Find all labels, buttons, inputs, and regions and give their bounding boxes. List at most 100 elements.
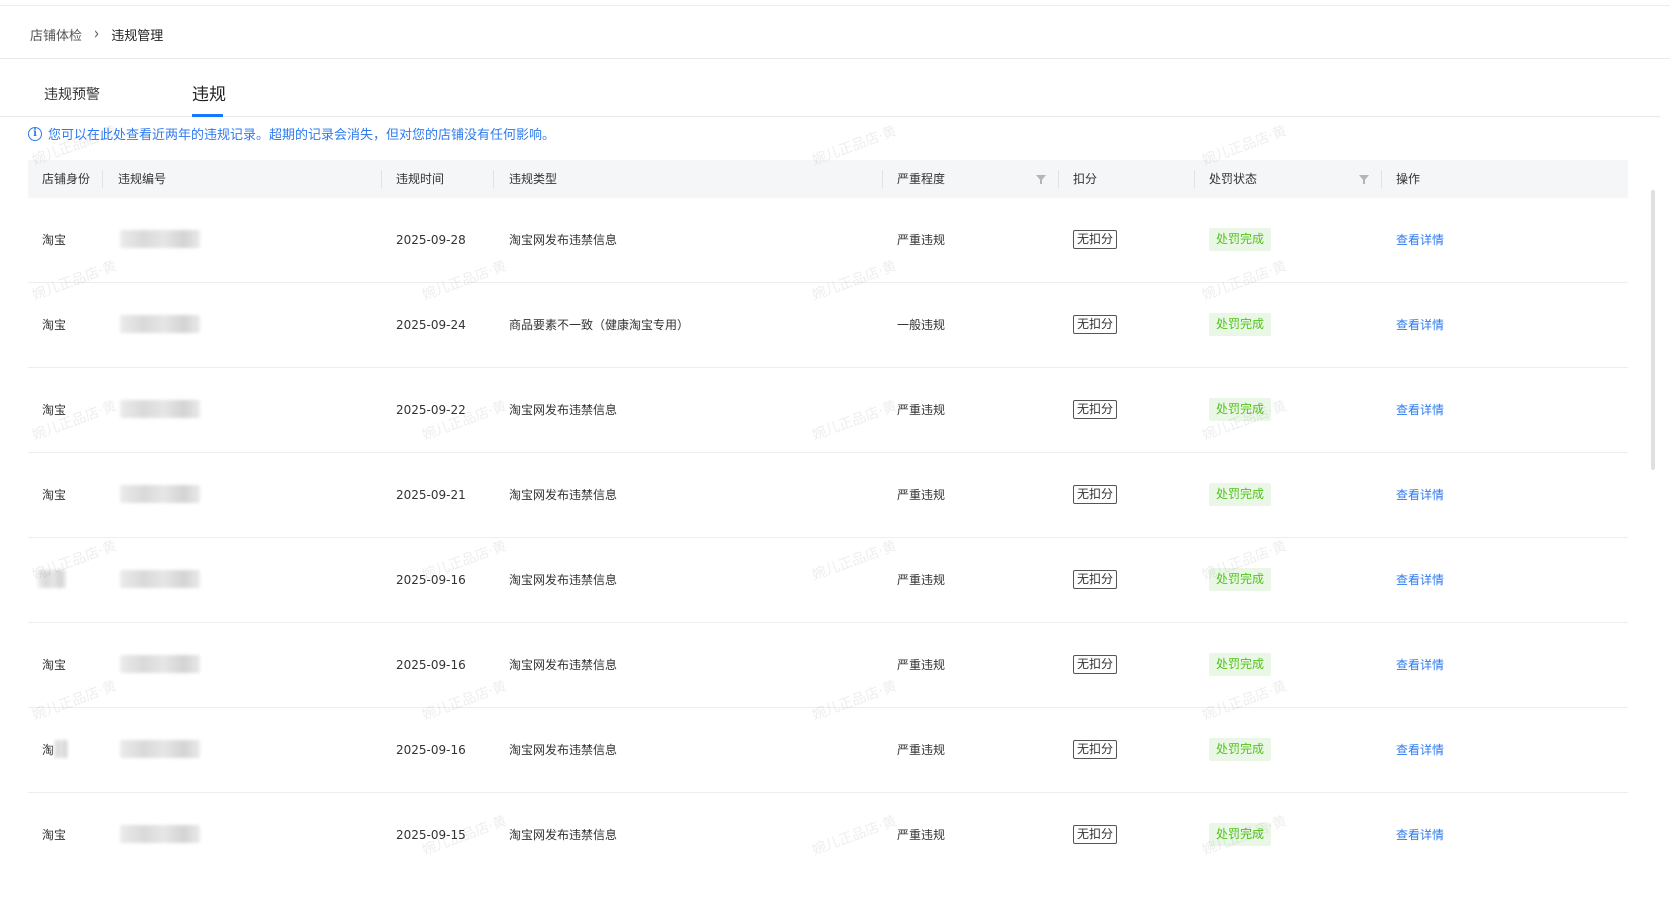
table-row: 淘宝 2025-09-24 商品要素不一致（健康淘宝专用） 一般违规 无扣分 处… xyxy=(28,283,1628,368)
table-row: 淘 2025-09-16 淘宝网发布违禁信息 严重违规 无扣分 处罚完成 查看详… xyxy=(28,708,1628,793)
top-divider xyxy=(0,5,1670,6)
status-badge: 处罚完成 xyxy=(1209,483,1272,506)
status-filter-icon[interactable] xyxy=(1359,175,1369,184)
header-separator xyxy=(381,170,382,188)
violation-code-redacted xyxy=(120,825,200,843)
cell-type: 淘宝网发布违禁信息 xyxy=(509,828,618,842)
cell-severity: 严重违规 xyxy=(897,233,946,247)
cell-time: 2025-09-28 xyxy=(396,233,466,247)
cell-identity: 淘宝 xyxy=(42,318,67,332)
cell-identity: 淘宝 xyxy=(42,828,67,842)
cell-identity: 淘宝 xyxy=(42,403,67,417)
header-identity: 店铺身份 xyxy=(42,172,91,186)
breadcrumb: 店铺体检 › 违规管理 xyxy=(30,24,163,44)
deduct-badge: 无扣分 xyxy=(1073,570,1118,589)
view-details-link[interactable]: 查看详情 xyxy=(1396,231,1444,248)
chevron-right-icon: › xyxy=(94,24,100,44)
deduct-badge: 无扣分 xyxy=(1073,485,1118,504)
vertical-scrollbar[interactable] xyxy=(1651,190,1655,470)
table-body: 淘宝 2025-09-28 淘宝网发布违禁信息 严重违规 无扣分 处罚完成 查看… xyxy=(28,198,1628,878)
status-badge: 处罚完成 xyxy=(1209,313,1272,336)
violations-table: 店铺身份 违规编号 违规时间 违规类型 严重程度 扣分 处罚状态 操作 淘宝 2… xyxy=(28,160,1628,878)
notice-banner: i 您可以在此处查看近两年的违规记录。超期的记录会消失，但对您的店铺没有任何影响… xyxy=(28,124,555,143)
cell-time: 2025-09-16 xyxy=(396,743,466,757)
cell-time: 2025-09-22 xyxy=(396,403,466,417)
identity-redacted xyxy=(54,740,68,758)
info-icon: i xyxy=(28,126,42,141)
violation-code-redacted xyxy=(120,655,200,673)
table-row: 淘宝 2025-09-16 淘宝网发布违禁信息 严重违规 无扣分 处罚完成 查看… xyxy=(28,623,1628,708)
cell-time: 2025-09-16 xyxy=(396,658,466,672)
table-header: 店铺身份 违规编号 违规时间 违规类型 严重程度 扣分 处罚状态 操作 xyxy=(28,160,1628,198)
status-badge: 处罚完成 xyxy=(1209,653,1272,676)
cell-type: 商品要素不一致（健康淘宝专用） xyxy=(509,318,690,332)
cell-severity: 严重违规 xyxy=(897,658,946,672)
cell-time: 2025-09-15 xyxy=(396,828,466,842)
tab-violation-warning[interactable]: 违规预警 xyxy=(44,84,100,104)
header-severity: 严重程度 xyxy=(897,172,946,186)
violation-code-redacted xyxy=(120,740,200,758)
deduct-badge: 无扣分 xyxy=(1073,655,1118,674)
cell-identity: 淘 xyxy=(42,743,55,757)
tab-violations[interactable]: 违规 xyxy=(192,80,226,105)
header-separator xyxy=(1194,170,1195,188)
cell-time: 2025-09-21 xyxy=(396,488,466,502)
table-row: 淘宝 2025-09-28 淘宝网发布违禁信息 严重违规 无扣分 处罚完成 查看… xyxy=(28,198,1628,283)
header-separator xyxy=(102,170,103,188)
active-tab-indicator xyxy=(192,114,223,117)
deduct-badge: 无扣分 xyxy=(1073,230,1118,249)
view-details-link[interactable]: 查看详情 xyxy=(1396,486,1444,503)
header-status: 处罚状态 xyxy=(1209,172,1258,186)
cell-time: 2025-09-24 xyxy=(396,318,466,332)
cell-type: 淘宝网发布违禁信息 xyxy=(509,233,618,247)
cell-type: 淘宝网发布违禁信息 xyxy=(509,658,618,672)
cell-severity: 严重违规 xyxy=(897,743,946,757)
cell-identity: 淘宝 xyxy=(42,233,67,247)
view-details-link[interactable]: 查看详情 xyxy=(1396,571,1444,588)
cell-identity: 淘宝 xyxy=(42,488,67,502)
cell-time: 2025-09-16 xyxy=(396,573,466,587)
cell-type: 淘宝网发布违禁信息 xyxy=(509,403,618,417)
breadcrumb-current: 违规管理 xyxy=(111,28,164,44)
deduct-badge: 无扣分 xyxy=(1073,740,1118,759)
status-badge: 处罚完成 xyxy=(1209,568,1272,591)
cell-type: 淘宝网发布违禁信息 xyxy=(509,573,618,587)
header-separator xyxy=(1058,170,1059,188)
header-action: 操作 xyxy=(1396,172,1421,186)
cell-severity: 严重违规 xyxy=(897,573,946,587)
breadcrumb-parent[interactable]: 店铺体检 xyxy=(30,25,82,44)
header-separator xyxy=(1381,170,1382,188)
cell-type: 淘宝网发布违禁信息 xyxy=(509,743,618,757)
deduct-badge: 无扣分 xyxy=(1073,315,1118,334)
view-details-link[interactable]: 查看详情 xyxy=(1396,741,1444,758)
status-badge: 处罚完成 xyxy=(1209,398,1272,421)
table-row: 2025-09-16 淘宝网发布违禁信息 严重违规 无扣分 处罚完成 查看详情 xyxy=(28,538,1628,623)
identity-redacted xyxy=(38,570,66,588)
severity-filter-icon[interactable] xyxy=(1036,175,1046,184)
cell-severity: 严重违规 xyxy=(897,403,946,417)
header-deduct: 扣分 xyxy=(1073,172,1098,186)
tab-bar: 违规预警 违规 xyxy=(0,60,1660,117)
violation-code-redacted xyxy=(120,230,200,248)
deduct-badge: 无扣分 xyxy=(1073,825,1118,844)
view-details-link[interactable]: 查看详情 xyxy=(1396,316,1444,333)
cell-severity: 一般违规 xyxy=(897,318,946,332)
cell-severity: 严重违规 xyxy=(897,488,946,502)
violation-code-redacted xyxy=(120,570,200,588)
cell-type: 淘宝网发布违禁信息 xyxy=(509,488,618,502)
header-time: 违规时间 xyxy=(396,172,445,186)
status-badge: 处罚完成 xyxy=(1209,823,1272,846)
violation-code-redacted xyxy=(120,315,200,333)
table-row: 淘宝 2025-09-15 淘宝网发布违禁信息 严重违规 无扣分 处罚完成 查看… xyxy=(28,793,1628,878)
header-divider xyxy=(0,58,1670,59)
violation-code-redacted xyxy=(120,400,200,418)
status-badge: 处罚完成 xyxy=(1209,228,1272,251)
notice-text: 您可以在此处查看近两年的违规记录。超期的记录会消失，但对您的店铺没有任何影响。 xyxy=(48,128,556,143)
table-row: 淘宝 2025-09-21 淘宝网发布违禁信息 严重违规 无扣分 处罚完成 查看… xyxy=(28,453,1628,538)
view-details-link[interactable]: 查看详情 xyxy=(1396,826,1444,843)
deduct-badge: 无扣分 xyxy=(1073,400,1118,419)
cell-severity: 严重违规 xyxy=(897,828,946,842)
header-type: 违规类型 xyxy=(509,172,558,186)
view-details-link[interactable]: 查看详情 xyxy=(1396,401,1444,418)
view-details-link[interactable]: 查看详情 xyxy=(1396,656,1444,673)
